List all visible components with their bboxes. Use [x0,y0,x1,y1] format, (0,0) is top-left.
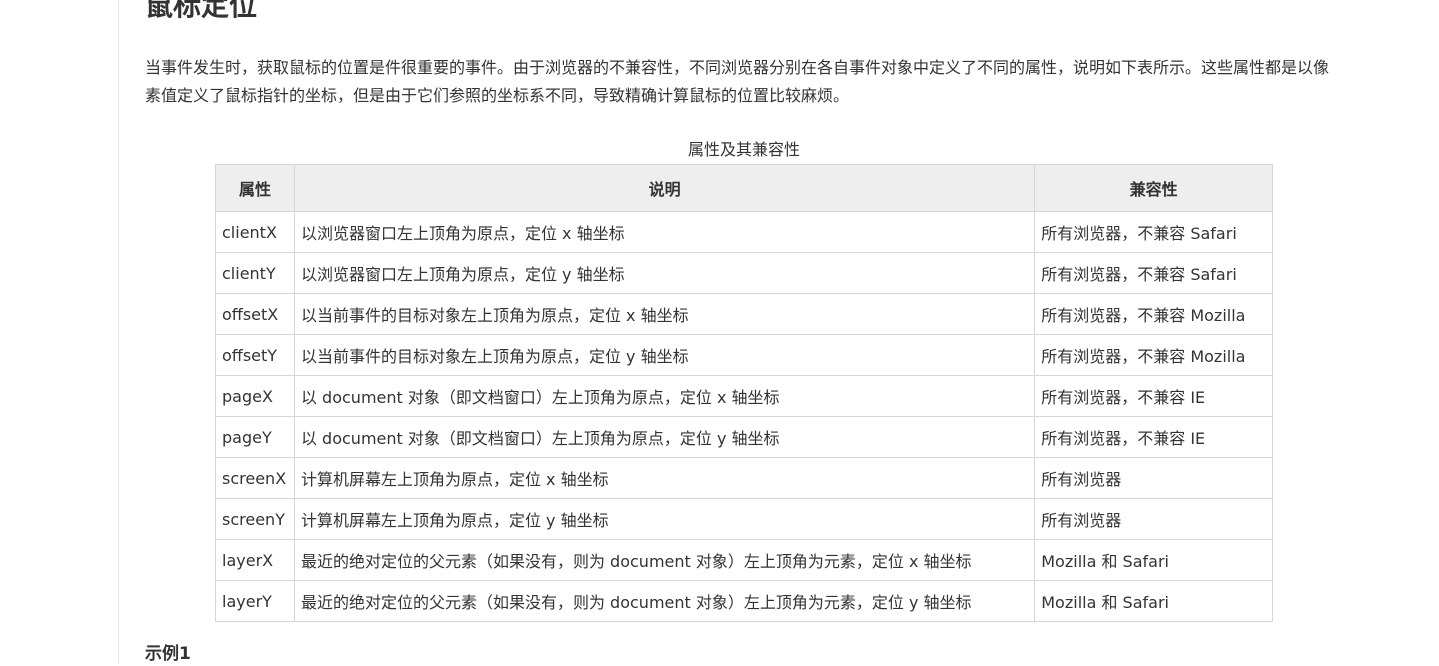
cell-compat: 所有浏览器，不兼容 Safari [1034,211,1273,253]
cell-compat: 所有浏览器，不兼容 IE [1034,416,1273,458]
table-row: pageY 以 document 对象（即文档窗口）左上顶角为原点，定位 y 轴… [215,416,1273,458]
table-row: clientY 以浏览器窗口左上顶角为原点，定位 y 轴坐标 所有浏览器，不兼容… [215,252,1273,294]
cell-prop: offsetX [215,293,295,335]
table-row: offsetY 以当前事件的目标对象左上顶角为原点，定位 y 轴坐标 所有浏览器… [215,334,1273,376]
cell-desc: 最近的绝对定位的父元素（如果没有，则为 document 对象）左上顶角为元素，… [293,539,1036,581]
cell-prop: pageY [215,416,295,458]
cell-desc: 以当前事件的目标对象左上顶角为原点，定位 y 轴坐标 [293,334,1036,376]
cell-desc: 以浏览器窗口左上顶角为原点，定位 x 轴坐标 [293,211,1036,253]
cell-desc: 计算机屏幕左上顶角为原点，定位 x 轴坐标 [293,457,1036,499]
cell-desc: 最近的绝对定位的父元素（如果没有，则为 document 对象）左上顶角为元素，… [293,580,1036,622]
table-row: layerX 最近的绝对定位的父元素（如果没有，则为 document 对象）左… [215,539,1273,581]
cell-compat: Mozilla 和 Safari [1034,580,1273,622]
header-prop: 属性 [215,164,295,212]
intro-paragraph: 当事件发生时，获取鼠标的位置是件很重要的事件。由于浏览器的不兼容性，不同浏览器分… [145,58,1330,105]
table-row: offsetX 以当前事件的目标对象左上顶角为原点，定位 x 轴坐标 所有浏览器… [215,293,1273,335]
cell-prop: screenX [215,457,295,499]
cell-compat: 所有浏览器 [1034,498,1273,540]
cell-compat: 所有浏览器 [1034,457,1273,499]
header-compat: 兼容性 [1034,164,1273,212]
compat-table: 属性 说明 兼容性 clientX 以浏览器窗口左上顶角为原点，定位 x 轴坐标… [215,164,1273,622]
cell-compat: 所有浏览器，不兼容 Mozilla [1034,334,1273,376]
header-desc: 说明 [293,164,1036,212]
table-row: clientX 以浏览器窗口左上顶角为原点，定位 x 轴坐标 所有浏览器，不兼容… [215,211,1273,253]
cell-prop: clientX [215,211,295,253]
example-heading: 示例1 [145,644,191,664]
cell-prop: clientY [215,252,295,294]
cell-desc: 以浏览器窗口左上顶角为原点，定位 y 轴坐标 [293,252,1036,294]
cell-compat: 所有浏览器，不兼容 IE [1034,375,1273,417]
cell-desc: 以 document 对象（即文档窗口）左上顶角为原点，定位 x 轴坐标 [293,375,1036,417]
cell-prop: screenY [215,498,295,540]
cell-compat: 所有浏览器，不兼容 Mozilla [1034,293,1273,335]
table-caption: 属性及其兼容性 [687,140,800,159]
left-divider [118,0,119,664]
table-row: screenX 计算机屏幕左上顶角为原点，定位 x 轴坐标 所有浏览器 [215,457,1273,499]
cell-prop: pageX [215,375,295,417]
cell-compat: Mozilla 和 Safari [1034,539,1273,581]
cell-prop: layerY [215,580,295,622]
table-row: layerY 最近的绝对定位的父元素（如果没有，则为 document 对象）左… [215,580,1273,622]
cell-prop: offsetY [215,334,295,376]
table-row: screenY 计算机屏幕左上顶角为原点，定位 y 轴坐标 所有浏览器 [215,498,1273,540]
section-title: 鼠标定位 [145,0,258,22]
cell-desc: 计算机屏幕左上顶角为原点，定位 y 轴坐标 [293,498,1036,540]
table-row: pageX 以 document 对象（即文档窗口）左上顶角为原点，定位 x 轴… [215,375,1273,417]
cell-desc: 以当前事件的目标对象左上顶角为原点，定位 x 轴坐标 [293,293,1036,335]
cell-compat: 所有浏览器，不兼容 Safari [1034,252,1273,294]
cell-desc: 以 document 对象（即文档窗口）左上顶角为原点，定位 y 轴坐标 [293,416,1036,458]
table-header-row: 属性 说明 兼容性 [215,164,1273,212]
cell-prop: layerX [215,539,295,581]
